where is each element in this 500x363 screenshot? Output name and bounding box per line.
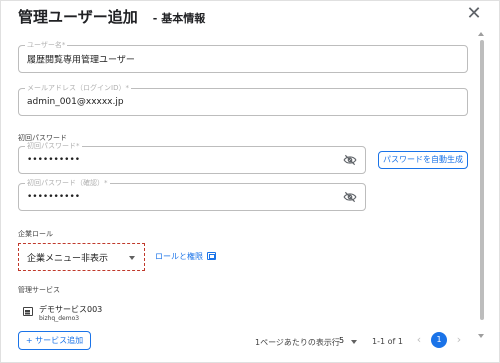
role-select[interactable]: 企業メニュー非表示 bbox=[18, 243, 145, 271]
dialog-title-main: 管理ユーザー追加 bbox=[18, 8, 138, 26]
username-value[interactable]: 履歴閲覧専用管理ユーザー bbox=[27, 53, 135, 66]
password-confirm-label: 初回パスワード（確認）* bbox=[25, 178, 110, 188]
add-admin-user-dialog: 管理ユーザー追加 - 基本情報 ✕ ユーザー名* 履歴閲覧専用管理ユーザー メー… bbox=[0, 0, 500, 363]
password-confirm-value[interactable]: •••••••••• bbox=[27, 192, 80, 202]
password-value[interactable]: •••••••••• bbox=[27, 155, 80, 165]
dialog-title-sub: - 基本情報 bbox=[152, 12, 206, 25]
service-id: bizhq_demo3 bbox=[39, 315, 80, 322]
roles-permissions-link[interactable]: ロールと権限 bbox=[155, 251, 216, 262]
add-service-button[interactable]: + サービス追加 bbox=[18, 331, 91, 350]
rows-per-page-label: 1ページあたりの表示行 bbox=[255, 338, 340, 347]
chevron-down-icon bbox=[129, 256, 135, 260]
visibility-off-icon[interactable] bbox=[343, 191, 357, 203]
pagination-range: 1-1 of 1 bbox=[372, 337, 403, 346]
password-confirm-field[interactable]: 初回パスワード（確認）* •••••••••• bbox=[18, 178, 366, 211]
role-selected-value: 企業メニュー非表示 bbox=[27, 254, 109, 264]
services-section-label: 管理サービス bbox=[18, 286, 60, 294]
roles-permissions-link-label[interactable]: ロールと権限 bbox=[155, 252, 203, 261]
scrollbar-thumb[interactable] bbox=[480, 40, 484, 320]
password-label: 初回パスワード* bbox=[25, 141, 82, 151]
service-list-icon bbox=[23, 307, 33, 316]
username-field[interactable]: ユーザー名* 履歴閲覧専用管理ユーザー bbox=[18, 40, 468, 73]
current-page-button[interactable]: 1 bbox=[431, 332, 447, 348]
scrollbar[interactable] bbox=[477, 32, 485, 340]
generate-password-button[interactable]: パスワードを自動生成 bbox=[378, 151, 468, 169]
prev-page-icon[interactable]: ‹ bbox=[414, 333, 424, 346]
rows-per-page-select[interactable]: 5 bbox=[339, 336, 344, 345]
dialog-title: 管理ユーザー追加 - 基本情報 bbox=[18, 6, 206, 26]
scroll-up-arrow[interactable] bbox=[478, 32, 484, 36]
chevron-down-icon[interactable] bbox=[351, 340, 357, 344]
visibility-off-icon[interactable] bbox=[343, 154, 357, 166]
next-page-icon[interactable]: › bbox=[454, 333, 464, 346]
email-label: メールアドレス（ログインID）* bbox=[25, 83, 131, 93]
scroll-down-arrow[interactable] bbox=[478, 334, 484, 338]
role-section-label: 企業ロール bbox=[18, 230, 53, 238]
username-label: ユーザー名* bbox=[25, 40, 68, 50]
service-name: デモサービス003 bbox=[39, 305, 103, 314]
close-icon[interactable]: ✕ bbox=[463, 3, 485, 25]
email-field[interactable]: メールアドレス（ログインID）* admin_001@xxxxx.jp bbox=[18, 83, 468, 116]
email-value[interactable]: admin_001@xxxxx.jp bbox=[27, 97, 124, 107]
password-field[interactable]: 初回パスワード* •••••••••• bbox=[18, 141, 366, 174]
open-in-new-icon bbox=[207, 252, 216, 260]
